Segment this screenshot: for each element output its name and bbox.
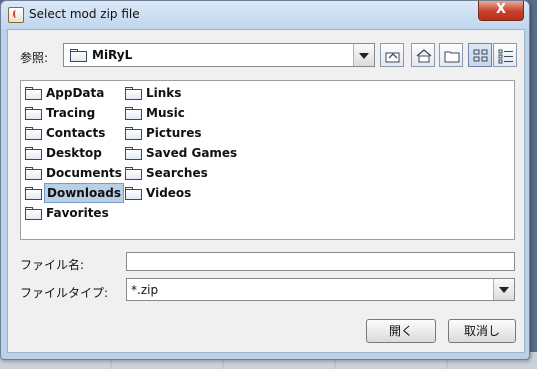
- home-icon: [416, 49, 432, 63]
- file-type-combo[interactable]: *.zip: [126, 278, 515, 301]
- close-icon: X: [495, 2, 507, 17]
- file-type-label: ファイルタイプ:: [20, 286, 109, 300]
- home-button[interactable]: [411, 43, 435, 67]
- folder-icon: [125, 147, 142, 160]
- folder-icon: [25, 167, 42, 180]
- folder-icon: [25, 187, 42, 200]
- file-type-value: *.zip: [131, 283, 159, 297]
- list-view-icon: [473, 49, 488, 62]
- folder-icon: [125, 107, 142, 120]
- folder-icon: [25, 127, 42, 140]
- up-folder-icon: [385, 52, 400, 63]
- file-name-label: ファイル名:: [20, 258, 85, 272]
- folder-icon: [125, 87, 142, 100]
- open-button[interactable]: 開く: [366, 319, 436, 343]
- folder-icon: [25, 147, 42, 160]
- list-view-button[interactable]: [468, 43, 492, 67]
- chevron-down-icon[interactable]: [493, 279, 514, 300]
- window-title: Select mod zip file: [29, 7, 140, 21]
- up-folder-button[interactable]: [380, 43, 404, 67]
- look-in-combo[interactable]: MiRyL: [63, 43, 375, 67]
- java-app-icon: [8, 7, 24, 23]
- chevron-down-icon[interactable]: [353, 44, 374, 66]
- file-list[interactable]: AppData Tracing Contacts Desktop Documen…: [20, 80, 515, 240]
- cancel-button[interactable]: 取消し: [448, 319, 516, 343]
- folder-icon: [25, 207, 42, 220]
- new-folder-icon: [444, 51, 460, 63]
- close-button[interactable]: X: [478, 1, 524, 21]
- look-in-label: 参照:: [20, 51, 49, 65]
- new-folder-button[interactable]: [439, 43, 463, 67]
- title-bar[interactable]: Select mod zip file X: [1, 1, 529, 29]
- folder-icon: [125, 167, 142, 180]
- details-view-icon: [498, 49, 513, 64]
- folder-icon: [125, 187, 142, 200]
- look-in-value: MiRyL: [92, 48, 133, 62]
- folder-icon: [70, 49, 87, 62]
- details-view-button[interactable]: [493, 43, 517, 67]
- folder-icon: [25, 87, 42, 100]
- file-name-field[interactable]: [126, 252, 515, 271]
- file-chooser-dialog: Select mod zip file X 参照: MiRyL AppData …: [0, 0, 530, 360]
- folder-icon: [125, 127, 142, 140]
- folder-icon: [25, 107, 42, 120]
- dialog-body: 参照: MiRyL AppData Tracing Contacts Deskt…: [7, 29, 525, 353]
